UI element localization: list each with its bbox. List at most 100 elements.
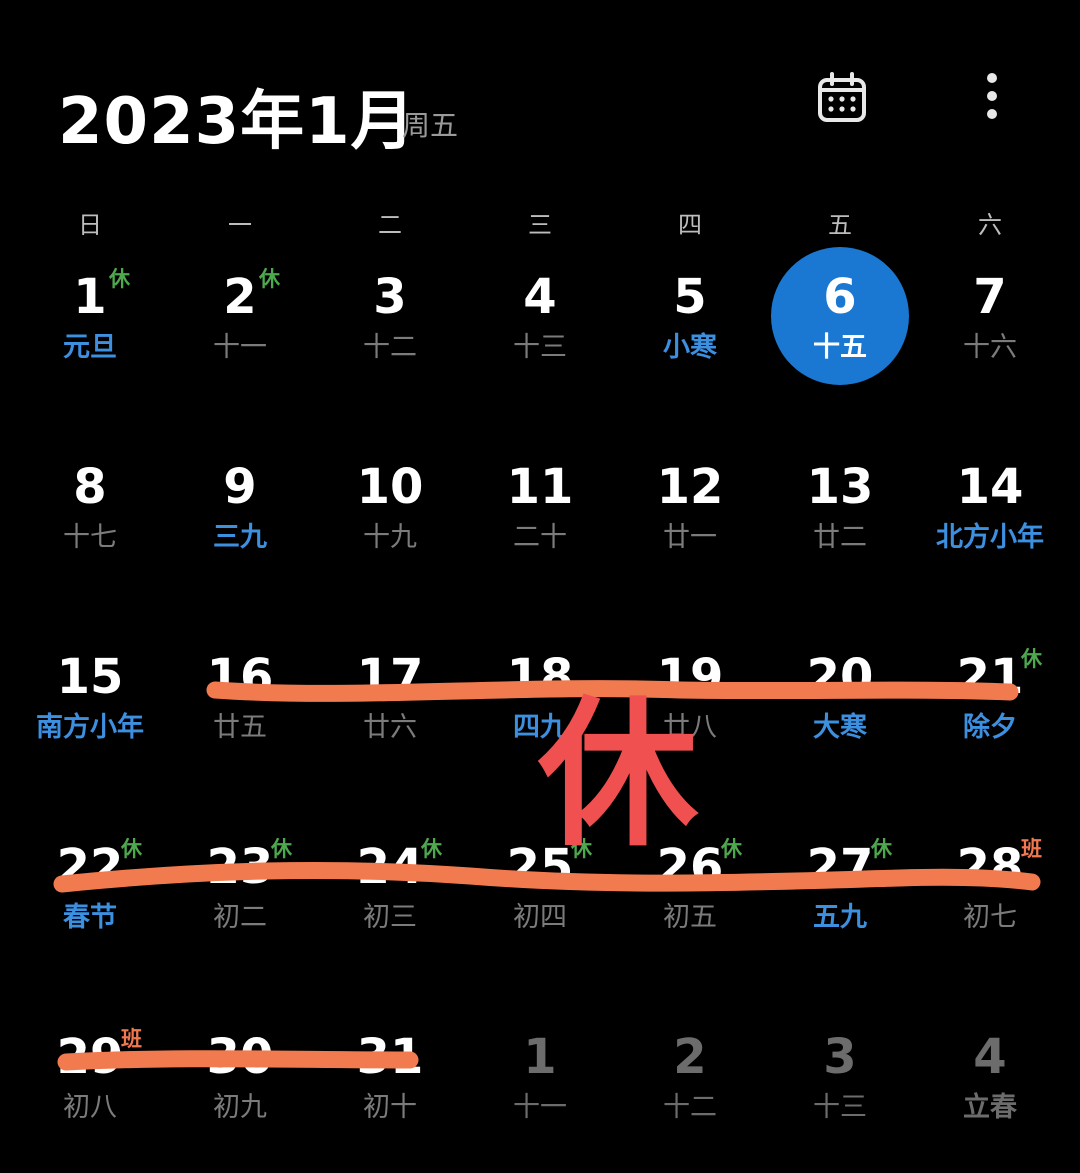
lunar-label: 廿六 <box>363 712 417 743</box>
lunar-label: 大寒 <box>813 712 867 743</box>
lunar-label: 立春 <box>963 1092 1017 1123</box>
day-cell[interactable]: 30 初九 <box>165 1005 315 1145</box>
day-cell[interactable]: 9 三九 <box>165 435 315 575</box>
lunar-label: 十三 <box>513 332 567 363</box>
calendar-icon-svg <box>818 72 866 122</box>
day-cell[interactable]: 2 十一 休 <box>165 245 315 385</box>
day-cell[interactable]: 21 除夕 休 <box>915 625 1065 765</box>
day-cell[interactable]: 24 初三 休 <box>315 815 465 955</box>
holiday-badge: 休 <box>721 837 742 861</box>
month-grid: 1 元旦休 2 十一休 3 十二 4 十三 5 小寒 6 十五 7 十六 8 十七 9 三九 10 十九 11 二十 12 廿… <box>15 245 1065 1165</box>
day-number: 11 <box>506 459 574 515</box>
day-number: 1 <box>523 1029 557 1085</box>
calendar-icon[interactable] <box>812 68 872 128</box>
day-cell[interactable]: 14 北方小年 <box>915 435 1065 575</box>
day-cell[interactable]: 22 春节 休 <box>15 815 165 955</box>
weekday-fri: 五 <box>828 211 852 239</box>
week-row: 8 十七 9 三九 10 十九 11 二十 12 廿一 13 廿二 14 北方小年 <box>15 435 1065 575</box>
day-cell[interactable]: 11 二十 <box>465 435 615 575</box>
holiday-badge: 休 <box>421 837 442 861</box>
lunar-label: 十一 <box>513 1092 567 1123</box>
day-number: 3 <box>373 269 407 325</box>
lunar-label: 初五 <box>663 902 717 933</box>
month-title[interactable]: 2023年1月 <box>58 70 416 162</box>
day-cell[interactable]: 17 廿六 <box>315 625 465 765</box>
lunar-label: 五九 <box>813 902 867 933</box>
weekday-header-row: 日 一 二 三 四 五 六 <box>15 205 1065 245</box>
weekday-wed: 三 <box>528 211 552 239</box>
day-cell[interactable]: 15 南方小年 <box>15 625 165 765</box>
weekday-tue: 二 <box>378 211 402 239</box>
more-vertical-icon[interactable] <box>972 68 1012 128</box>
lunar-label: 十五 <box>813 332 867 363</box>
day-cell[interactable]: 7 十六 <box>915 245 1065 385</box>
day-cell[interactable]: 3 十二 <box>315 245 465 385</box>
day-cell-today[interactable]: 6 十五 <box>765 245 915 385</box>
day-number: 2 <box>673 1029 707 1085</box>
lunar-label: 廿八 <box>663 712 717 743</box>
lunar-label: 十一 <box>213 332 267 363</box>
lunar-label: 十二 <box>363 332 417 363</box>
lunar-label: 廿五 <box>213 712 267 743</box>
day-number: 10 <box>356 459 424 515</box>
day-number: 28 <box>956 839 1024 895</box>
day-number: 20 <box>806 649 874 705</box>
day-cell[interactable]: 4 十三 <box>465 245 615 385</box>
day-number: 24 <box>356 839 424 895</box>
day-cell[interactable]: 25 初四 休 <box>465 815 615 955</box>
day-number: 30 <box>206 1029 274 1085</box>
day-cell[interactable]: 16 廿五 <box>165 625 315 765</box>
lunar-label: 初九 <box>213 1092 267 1123</box>
day-cell[interactable]: 19 廿八 <box>615 625 765 765</box>
day-cell[interactable]: 2 十二 <box>615 1005 765 1145</box>
lunar-label: 十三 <box>813 1092 867 1123</box>
day-cell[interactable]: 12 廿一 <box>615 435 765 575</box>
day-cell[interactable]: 8 十七 <box>15 435 165 575</box>
calendar-header: 2023年1月 周五 <box>0 0 1080 190</box>
day-number: 21 <box>956 649 1024 705</box>
weekday-thu: 四 <box>678 211 702 239</box>
day-cell[interactable]: 10 十九 <box>315 435 465 575</box>
day-number: 3 <box>823 1029 857 1085</box>
lunar-label: 十七 <box>63 522 117 553</box>
day-cell[interactable]: 28 初七 班 <box>915 815 1065 955</box>
day-cell[interactable]: 5 小寒 <box>615 245 765 385</box>
day-cell[interactable]: 26 初五 休 <box>615 815 765 955</box>
holiday-badge: 休 <box>1021 647 1042 671</box>
day-cell[interactable]: 18 四九 <box>465 625 615 765</box>
day-cell[interactable]: 4 立春 <box>915 1005 1065 1145</box>
day-number: 8 <box>73 459 107 515</box>
day-number: 29 <box>56 1029 124 1085</box>
day-cell[interactable]: 29 初八 班 <box>15 1005 165 1145</box>
holiday-badge: 休 <box>871 837 892 861</box>
day-cell[interactable]: 1 元旦 休 <box>15 245 165 385</box>
day-cell[interactable]: 20 大寒 <box>765 625 915 765</box>
lunar-label: 初二 <box>213 902 267 933</box>
week-row: 1 元旦休 2 十一 休 3 十二 4 十三 5 小寒 6 十五 7 十六 <box>15 245 1065 385</box>
day-cell[interactable]: 27 五九 休 <box>765 815 915 955</box>
day-cell[interactable]: 23 初二 休 <box>165 815 315 955</box>
day-cell[interactable]: 13 廿二 <box>765 435 915 575</box>
day-number: 13 <box>806 459 874 515</box>
day-cell[interactable]: 31 初十 <box>315 1005 465 1145</box>
day-number: 19 <box>656 649 724 705</box>
lunar-label: 北方小年 <box>936 522 1044 553</box>
day-number: 1 <box>73 269 107 325</box>
week-row: 15 南方小年 16 廿五 17 廿六 18 四九 19 廿八 20 大寒 21 除夕 休 <box>15 625 1065 765</box>
day-number: 15 <box>56 649 124 705</box>
lunar-label: 廿一 <box>663 522 717 553</box>
day-number: 2 <box>223 269 257 325</box>
holiday-badge: 休 <box>571 837 592 861</box>
day-number: 31 <box>356 1029 424 1085</box>
workday-badge: 班 <box>1021 837 1042 861</box>
day-cell[interactable]: 1 十一 <box>465 1005 615 1145</box>
lunar-label: 初四 <box>513 902 567 933</box>
weekday-mon: 一 <box>228 211 252 239</box>
lunar-label: 初十 <box>363 1092 417 1123</box>
day-number: 23 <box>206 839 274 895</box>
holiday-badge: 休 <box>259 267 280 291</box>
day-cell[interactable]: 3 十三 <box>765 1005 915 1145</box>
day-number: 25 <box>506 839 574 895</box>
lunar-label: 二十 <box>513 522 567 553</box>
day-number: 4 <box>973 1029 1007 1085</box>
